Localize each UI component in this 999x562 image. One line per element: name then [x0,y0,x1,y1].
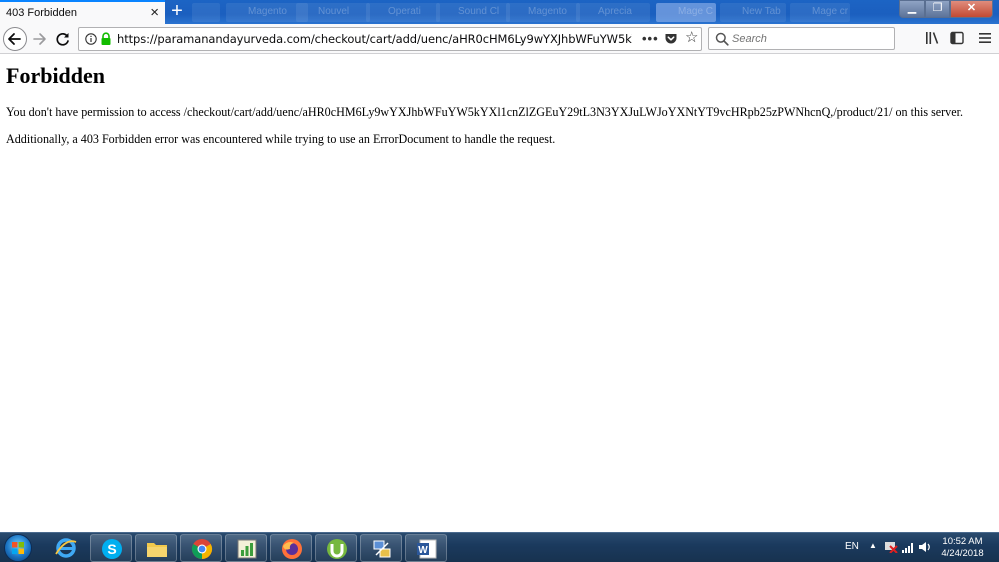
permission-message: You don't have permission to access /che… [6,105,963,119]
taskbar-chrome[interactable] [180,534,222,562]
pocket-icon[interactable] [664,32,678,46]
taskbar-network-app[interactable] [360,534,402,562]
taskbar-internet-explorer[interactable] [45,534,87,562]
minimize-button[interactable]: ▁ [899,0,925,18]
start-button[interactable] [4,534,32,562]
taskbar-firefox[interactable] [270,534,312,562]
system-clock[interactable]: 10:52 AM 4/24/2018 [935,536,990,560]
background-tab[interactable]: New Tab [720,3,786,22]
taskbar-word[interactable]: W [405,534,447,562]
taskbar: S W EN ▲ 10:52 AM 4/24/2018 [0,532,999,562]
clock-time: 10:52 AM [942,536,983,547]
search-bar[interactable] [708,27,895,50]
window-controls: ▁ ❐ ✕ [899,0,993,18]
background-tab[interactable]: Mage cr [790,3,850,22]
taskbar-chart-app[interactable] [225,534,267,562]
url-text[interactable]: https://paramanandayurveda.com/checkout/… [117,32,632,46]
clock-date: 4/24/2018 [941,548,984,559]
tab-title: 403 Forbidden [6,7,77,19]
folder-icon [147,543,167,557]
forward-button[interactable] [30,28,50,50]
chrome-icon [191,539,213,560]
background-tab[interactable]: Aprecia [576,3,650,22]
close-window-button[interactable]: ✕ [950,0,993,18]
background-tab[interactable]: Nouvel [296,3,370,22]
internet-explorer-icon [55,538,77,558]
back-button[interactable] [3,27,27,51]
volume-icon[interactable] [918,541,932,553]
background-tab[interactable]: Mage C [656,3,716,22]
reload-button[interactable] [53,29,73,49]
secure-lock-icon[interactable] [100,32,112,46]
svg-text:S: S [107,541,116,557]
back-arrow-icon [8,33,21,45]
forward-arrow-icon [33,33,46,45]
show-hidden-icons-icon[interactable]: ▲ [869,541,877,550]
search-input[interactable] [732,31,882,46]
sidebar-icon[interactable] [950,31,964,45]
firefox-icon [282,539,302,559]
page-content: Forbidden You don't have permission to a… [0,55,999,532]
word-icon: W [417,539,437,559]
url-bar[interactable]: https://paramanandayurveda.com/checkout/… [78,27,702,51]
error-document-message: Additionally, a 403 Forbidden error was … [6,132,556,146]
tab-strip: 403 Forbidden × + Magento Nouvel Operati… [0,0,999,24]
new-tab-button[interactable]: + [167,0,187,24]
close-tab-icon[interactable]: × [150,3,159,23]
language-indicator[interactable]: EN [845,541,859,552]
background-tab[interactable] [192,3,220,22]
action-center-icon[interactable] [884,541,898,553]
skype-icon: S [102,539,122,559]
taskbar-utorrent[interactable] [315,534,357,562]
taskbar-skype[interactable]: S [90,534,132,562]
maximize-button[interactable]: ❐ [925,0,950,18]
windows-logo-icon [12,542,24,554]
navigation-toolbar: https://paramanandayurveda.com/checkout/… [0,24,999,54]
reload-icon [56,32,69,46]
tab-active[interactable]: 403 Forbidden × [0,0,165,24]
library-icon[interactable] [925,31,941,45]
page-actions-button[interactable]: ••• [642,31,659,46]
chart-app-icon [237,539,257,559]
network-signal-icon[interactable] [901,541,915,553]
svg-text:W: W [418,545,428,556]
background-tab[interactable]: Sound Cl [436,3,510,22]
info-icon[interactable] [85,33,97,45]
page-title: Forbidden [6,63,106,88]
network-app-icon [373,540,391,558]
hamburger-menu-icon[interactable] [978,31,992,45]
search-icon [715,32,729,46]
background-tab[interactable]: Operati [366,3,440,22]
bookmark-star-icon[interactable]: ☆ [685,30,700,46]
background-tab[interactable]: Magento [506,3,580,22]
taskbar-file-explorer[interactable] [135,534,177,562]
utorrent-icon [327,539,347,559]
